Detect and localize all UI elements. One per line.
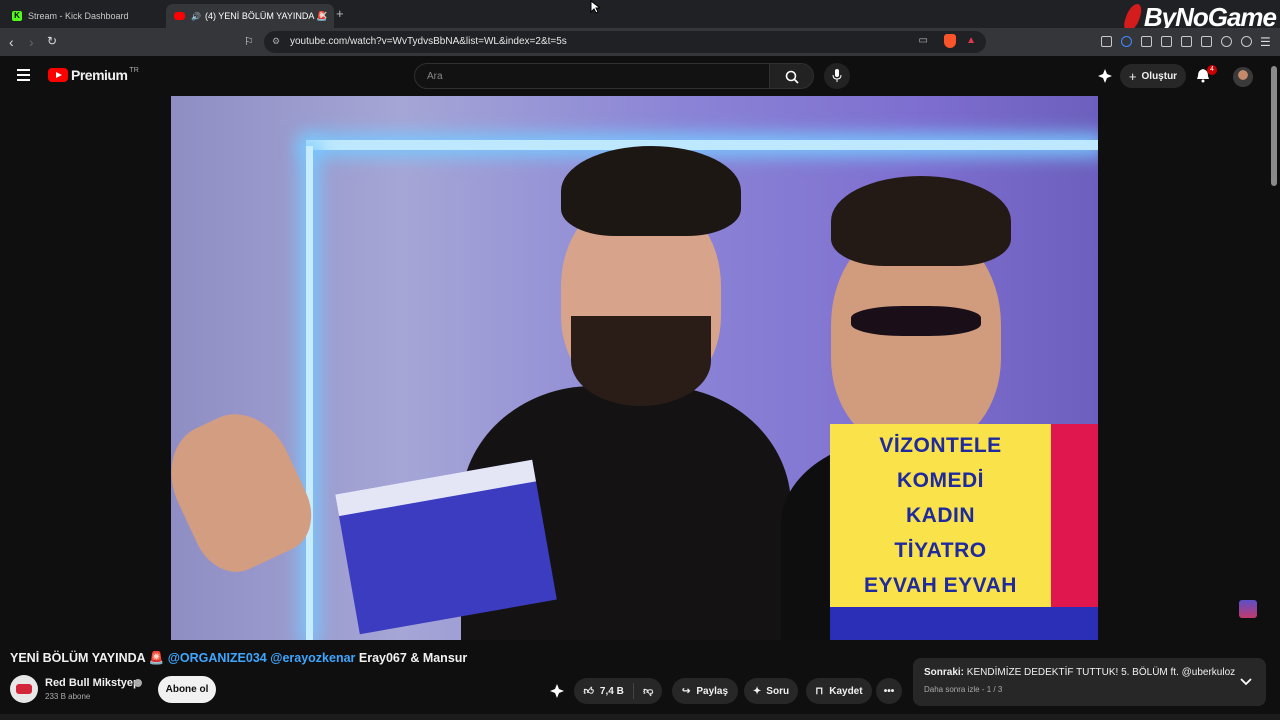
browser-tab-bar: K Stream - Kick Dashboard 🔊 (4) YENİ BÖL… — [0, 0, 1280, 32]
close-tab-icon[interactable]: ✕ — [319, 9, 328, 22]
save-label: Kaydet — [829, 685, 863, 697]
subscribe-button[interactable]: Abone ol — [158, 676, 216, 703]
mention-link[interactable]: @erayozkenar — [270, 651, 355, 665]
subscriber-count: 233 B abone — [45, 692, 91, 701]
ask-ai-sparkle-icon[interactable] — [550, 684, 564, 703]
overlay-line: KADIN — [906, 504, 975, 527]
puzzle-icon[interactable] — [1141, 36, 1152, 47]
thumbs-up-icon: 👍︎ — [583, 686, 594, 697]
dislike-button[interactable]: 👎︎ — [634, 685, 662, 697]
cast-icon[interactable]: ▭ — [919, 35, 928, 46]
hamburger-menu-icon[interactable] — [17, 69, 30, 81]
account-avatar[interactable] — [1233, 67, 1253, 87]
sparkle-icon: ✦ — [752, 685, 762, 697]
country-code: TR — [129, 66, 139, 74]
notification-badge: 4 — [1207, 65, 1217, 75]
voice-search-button[interactable] — [824, 63, 850, 89]
ai-icon[interactable] — [1221, 36, 1232, 47]
search-button[interactable] — [770, 63, 814, 89]
next-label: Sonraki: — [924, 667, 965, 678]
back-icon[interactable]: ‹ — [9, 34, 14, 50]
scrollbar-thumb[interactable] — [1271, 66, 1277, 186]
menu-icon[interactable]: ☰ — [1260, 35, 1271, 49]
create-button[interactable]: + Oluştur — [1120, 64, 1186, 88]
bookmark-icon: ⊓ — [815, 685, 824, 697]
logo-text: Premium — [71, 67, 128, 83]
channel-name[interactable]: Red Bull Mikstyep — [45, 677, 140, 689]
search-input[interactable]: Ara — [414, 63, 770, 89]
tab-label: Stream - Kick Dashboard — [28, 11, 129, 21]
next-video-title: Sonraki: KENDİMİZE DEDEKTİF TUTTUK! 5. B… — [924, 667, 1235, 678]
share-button[interactable]: ↪ Paylaş — [672, 678, 738, 704]
tab-kick-dashboard[interactable]: K Stream - Kick Dashboard — [6, 4, 162, 28]
content-below-fold — [0, 714, 1280, 720]
site-info-icon[interactable]: ⚙ — [272, 36, 280, 47]
search-icon — [785, 70, 799, 84]
mention-link[interactable]: @ORGANIZE034 — [168, 651, 267, 665]
plus-icon: + — [1128, 68, 1137, 84]
extension-icon[interactable] — [1101, 36, 1112, 47]
youtube-play-icon — [48, 68, 68, 82]
reload-icon[interactable]: ↻ — [47, 34, 57, 48]
overlay-line: EYVAH EYVAH — [864, 574, 1017, 597]
overlay-line: VİZONTELE — [879, 434, 1002, 457]
video-player[interactable]: VİZONTELE KOMEDİ KADIN TİYATRO EYVAH EYV… — [171, 96, 1098, 640]
playlist-position: Daha sonra izle - 1 / 3 — [924, 685, 1003, 694]
create-label: Oluştur — [1141, 70, 1178, 82]
neon-light-strip — [306, 146, 313, 640]
address-bar[interactable]: ⚙ youtube.com/watch?v=WvTydvsBbNA&list=W… — [264, 31, 986, 53]
overlay-line: KOMEDİ — [897, 469, 984, 492]
share-label: Paylaş — [696, 685, 729, 697]
like-button[interactable]: 👍︎ 7,4 B — [574, 683, 635, 699]
search-placeholder: Ara — [427, 71, 443, 82]
brave-shield-icon[interactable] — [944, 34, 956, 48]
ask-label: Soru — [766, 685, 790, 697]
url-text: youtube.com/watch?v=WvTydvsBbNA&list=WL&… — [290, 36, 567, 47]
channel-watermark-icon[interactable] — [1239, 600, 1257, 618]
speaker-icon: 🔊 — [191, 11, 201, 21]
gesturing-hand — [171, 397, 326, 585]
page-scrollbar[interactable] — [1270, 60, 1278, 720]
playlist-next-panel[interactable]: Sonraki: KENDİMİZE DEDEKTİF TUTTUK! 5. B… — [913, 658, 1266, 706]
brave-rewards-icon[interactable]: ▲ — [966, 35, 976, 46]
youtube-favicon-icon — [174, 12, 185, 20]
ask-button[interactable]: ✦ Soru — [744, 678, 798, 704]
topic-overlay-box: VİZONTELE KOMEDİ KADIN TİYATRO EYVAH EYV… — [830, 424, 1051, 607]
channel-avatar[interactable] — [10, 675, 38, 703]
kick-favicon-icon: K — [12, 11, 22, 21]
tab-youtube-video[interactable]: 🔊 (4) YENİ BÖLÜM YAYINDA 🚨 ✕ — [166, 4, 334, 28]
title-text: YENİ BÖLÜM YAYINDA 🚨 — [10, 651, 168, 665]
youtube-logo[interactable]: Premium TR — [48, 67, 139, 83]
bynogame-logo-icon — [1121, 4, 1145, 30]
browser-toolbar: ‹ › ↻ ⚐ ⚙ youtube.com/watch?v=WvTydvsBbN… — [0, 28, 1280, 56]
overlay-line: TİYATRO — [894, 539, 987, 562]
overlay-accent — [830, 607, 1098, 640]
video-title: YENİ BÖLÜM YAYINDA 🚨 @ORGANIZE034 @erayo… — [10, 651, 467, 666]
youtube-header: Premium TR Ara + Oluştur 4 — [0, 56, 1280, 96]
thumbs-down-icon: 👎︎ — [643, 686, 654, 697]
verified-check-icon — [134, 679, 142, 687]
bookmark-icon[interactable]: ⚐ — [244, 35, 254, 48]
wallet-icon[interactable] — [1201, 36, 1212, 47]
sidebar-icon[interactable] — [1181, 36, 1192, 47]
more-actions-button[interactable]: ••• — [876, 678, 902, 704]
more-dots-icon: ••• — [883, 685, 895, 697]
next-title-text: KENDİMİZE DEDEKTİF TUTTUK! 5. BÖLÜM ft. … — [966, 667, 1236, 678]
tab-label: (4) YENİ BÖLÜM YAYINDA 🚨 — [204, 10, 328, 21]
like-count: 7,4 B — [599, 685, 624, 697]
mouse-cursor-icon — [590, 0, 602, 19]
like-dislike-group: 👍︎ 7,4 B 👎︎ — [574, 678, 662, 704]
microphone-icon — [832, 69, 842, 82]
vpn-icon[interactable] — [1241, 36, 1252, 47]
chevron-down-icon[interactable] — [1240, 673, 1252, 691]
extension-icon[interactable] — [1121, 36, 1132, 47]
new-tab-button[interactable]: + — [336, 6, 344, 21]
title-text: Eray067 & Mansur — [355, 651, 468, 665]
share-arrow-icon: ↪ — [681, 685, 691, 697]
forward-icon[interactable]: › — [29, 34, 34, 50]
save-button[interactable]: ⊓ Kaydet — [806, 678, 872, 704]
music-icon[interactable] — [1161, 36, 1172, 47]
gemini-sparkle-icon[interactable] — [1098, 69, 1112, 88]
